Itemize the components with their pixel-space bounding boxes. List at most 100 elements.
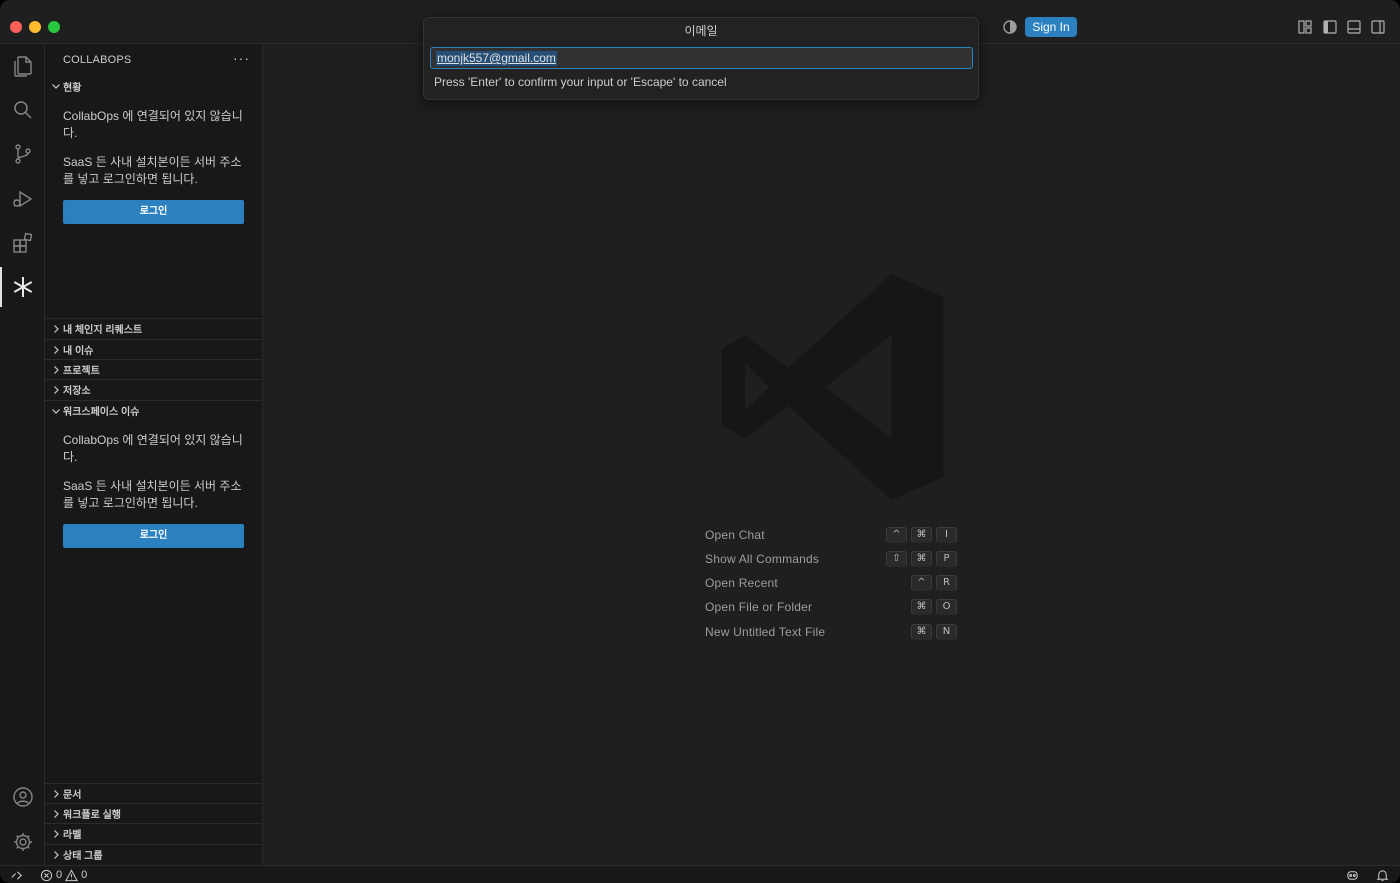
key: ⌘	[911, 527, 932, 543]
chevron-right-icon	[54, 345, 59, 354]
search-icon	[13, 101, 32, 119]
shortcut-new-untitled-text-file[interactable]: New Untitled Text File ⌘ N	[705, 623, 957, 641]
more-actions-icon[interactable]: ···	[233, 50, 250, 66]
shortcut-open-recent[interactable]: Open Recent ^ R	[705, 574, 957, 592]
chevron-right-icon	[54, 365, 59, 374]
section-workspace-issues-label: 워크스페이스 이슈	[63, 407, 140, 418]
key: I	[936, 527, 957, 543]
error-icon	[40, 869, 53, 881]
section-repositories[interactable]: 저장소	[45, 379, 262, 399]
bell-icon	[1376, 869, 1389, 881]
activity-source-control[interactable]	[0, 134, 45, 174]
activity-accounts[interactable]	[0, 777, 45, 817]
copilot-status[interactable]	[1346, 867, 1359, 883]
notifications[interactable]	[1376, 867, 1389, 883]
chevron-right-icon	[54, 789, 59, 798]
section-workspace-issues-header[interactable]: 워크스페이스 이슈	[45, 400, 262, 420]
shortcut-label: Open Chat	[705, 528, 765, 542]
shortcut-label: Open File or Folder	[705, 600, 813, 614]
shortcut-keys: ⇧ ⌘ P	[886, 551, 957, 567]
chevron-down-icon	[52, 84, 60, 89]
activity-collabops[interactable]	[0, 267, 45, 307]
activity-explorer[interactable]	[0, 46, 45, 86]
shortcut-keys: ^ R	[911, 575, 957, 591]
shortcut-label: Open Recent	[705, 576, 778, 590]
workspace-message-not-connected: CollabOps 에 연결되어 있지 않습니다.	[63, 433, 243, 464]
remote-indicator[interactable]	[10, 867, 23, 883]
toggle-panel-icon[interactable]	[1347, 20, 1361, 34]
shortcut-keys: ⌘ N	[911, 624, 957, 640]
section-projects[interactable]: 프로젝트	[45, 359, 262, 379]
section-label: 내 체인지 리퀘스트	[63, 325, 143, 336]
shortcut-open-chat[interactable]: Open Chat ^ ⌘ I	[705, 526, 957, 544]
copilot-icon	[1347, 870, 1358, 880]
key: O	[936, 599, 957, 615]
toggle-primary-sidebar-icon[interactable]	[1323, 20, 1337, 34]
section-labels[interactable]: 라벨	[45, 823, 262, 843]
status-login-button[interactable]: 로그인	[63, 200, 244, 224]
shortcut-label: Show All Commands	[705, 552, 820, 566]
activity-run-debug[interactable]	[0, 179, 45, 219]
sidebar-title: COLLABOPS	[63, 54, 132, 66]
quick-input-widget: 이메일 monjk557@gmail.com Press 'Enter' to …	[423, 17, 979, 100]
section-label: 라벨	[63, 830, 82, 841]
shortcut-keys: ⌘ O	[911, 599, 957, 615]
key: N	[936, 624, 957, 640]
section-workflow-runs[interactable]: 워크플로 실행	[45, 803, 262, 823]
quick-input-title: 이메일	[684, 24, 718, 38]
section-my-issues[interactable]: 내 이슈	[45, 339, 262, 359]
vscode-window: Sign In COLLABOPS ··· 현황 CollabOps 에 연결되…	[0, 0, 1400, 883]
status-message-not-connected: CollabOps 에 연결되어 있지 않습니다.	[63, 109, 243, 140]
section-my-change-requests[interactable]: 내 체인지 리퀘스트	[45, 318, 262, 338]
key: ^	[911, 575, 932, 591]
customize-layout-icon[interactable]	[1298, 20, 1312, 34]
sidebar: COLLABOPS ··· 현황 CollabOps 에 연결되어 있지 않습니…	[45, 44, 263, 865]
activity-bar	[0, 44, 45, 865]
section-documents[interactable]: 문서	[45, 783, 262, 803]
source-control-icon	[14, 144, 31, 164]
gear-icon	[13, 833, 32, 851]
key: ⌘	[911, 551, 932, 567]
activity-manage[interactable]	[0, 822, 45, 862]
minimize-window-button[interactable]	[29, 21, 41, 33]
chevron-right-icon	[54, 850, 59, 859]
workspace-login-button[interactable]: 로그인	[63, 524, 244, 548]
section-label: 프로젝트	[63, 366, 100, 377]
chevron-right-icon	[54, 324, 59, 333]
sign-in-button[interactable]: Sign In	[1025, 17, 1077, 37]
section-status-label: 현황	[63, 82, 82, 94]
explorer-icon	[13, 56, 32, 77]
error-count: 0	[56, 869, 63, 881]
close-window-button[interactable]	[10, 21, 22, 33]
section-status-groups[interactable]: 상태 그룹	[45, 844, 262, 864]
shortcut-open-file-or-folder[interactable]: Open File or Folder ⌘ O	[705, 598, 957, 616]
maximize-window-button[interactable]	[48, 21, 60, 33]
account-icon	[12, 787, 33, 807]
vscode-logo-watermark-icon	[721, 273, 944, 501]
section-label: 내 이슈	[63, 346, 94, 357]
collabops-icon	[13, 277, 32, 297]
run-debug-icon	[12, 190, 32, 208]
chevron-down-icon	[52, 408, 60, 414]
section-label: 상태 그룹	[63, 851, 103, 862]
toggle-secondary-sidebar-icon[interactable]	[1371, 20, 1385, 34]
activity-extensions[interactable]	[0, 223, 45, 263]
email-input[interactable]	[430, 47, 973, 69]
copilot-icon[interactable]	[1003, 20, 1017, 34]
key: P	[936, 551, 957, 567]
problems-indicator[interactable]: 0 0	[40, 867, 87, 883]
status-bar: 0 0	[0, 865, 1400, 883]
activity-search[interactable]	[0, 90, 45, 130]
shortcut-show-all-commands[interactable]: Show All Commands ⇧ ⌘ P	[705, 550, 957, 568]
section-label: 문서	[63, 790, 82, 801]
chevron-right-icon	[54, 809, 59, 818]
key: ^	[886, 527, 907, 543]
section-status-header[interactable]: 현황	[45, 76, 262, 96]
quick-input-hint: Press 'Enter' to confirm your input or '…	[434, 75, 727, 89]
section-label: 워크플로 실행	[63, 810, 121, 821]
workspace-message-hint: SaaS 든 사내 설치본이든 서버 주소를 넣고 로그인하면 됩니다.	[63, 479, 242, 510]
status-message-hint: SaaS 든 사내 설치본이든 서버 주소를 넣고 로그인하면 됩니다.	[63, 155, 242, 186]
key: ⌘	[911, 599, 932, 615]
warning-count: 0	[81, 869, 88, 881]
warning-icon	[65, 868, 79, 881]
